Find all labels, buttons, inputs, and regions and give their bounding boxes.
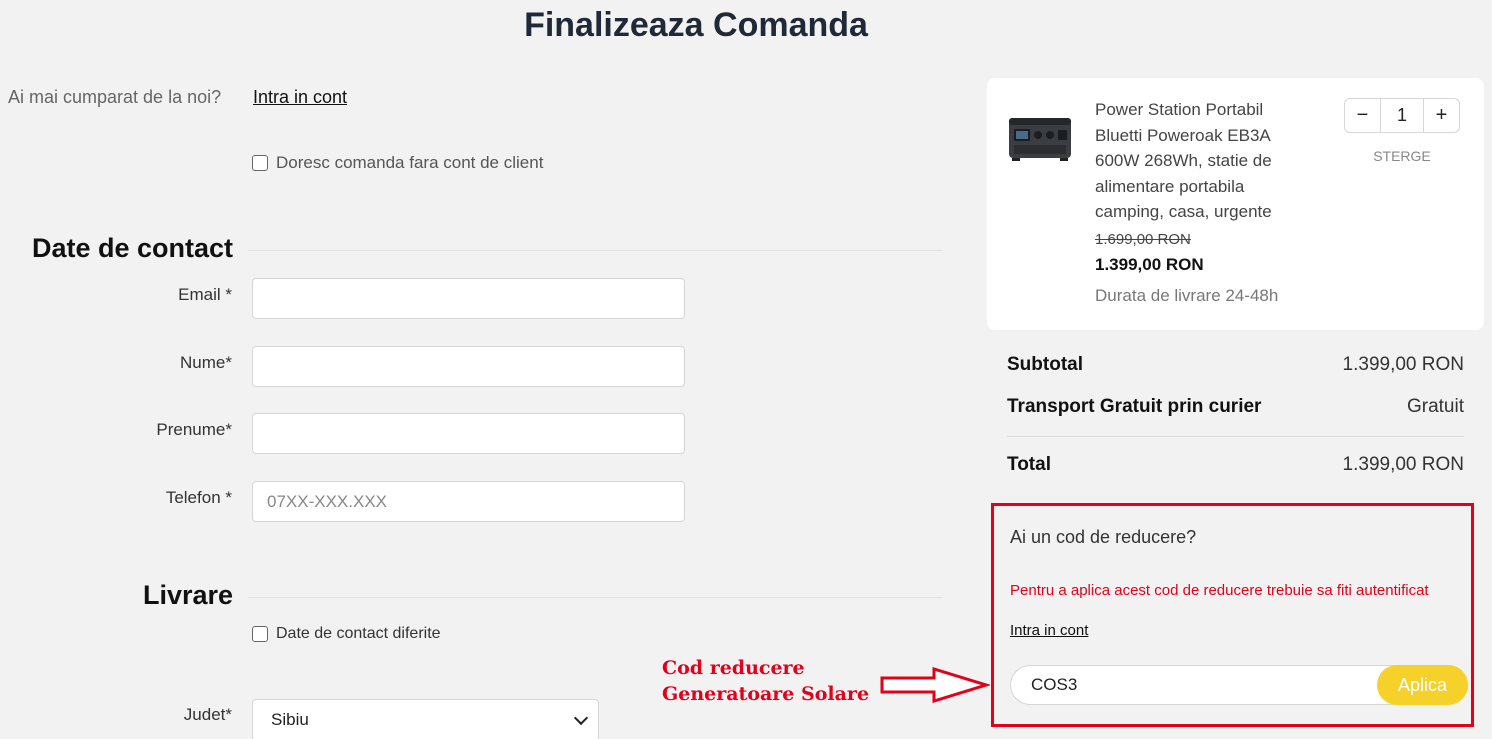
- discount-section: Ai un cod de reducere? Pentru a aplica a…: [991, 503, 1474, 727]
- annotation-line-2: Generatoare Solare: [662, 683, 870, 705]
- apply-discount-button[interactable]: Aplica: [1377, 665, 1468, 705]
- contact-divider: [248, 250, 943, 251]
- delivery-divider: [248, 597, 943, 598]
- summary-divider: [1007, 436, 1464, 437]
- subtotal-value: 1.399,00 RON: [1342, 354, 1464, 375]
- different-contact-label: Date de contact diferite: [276, 625, 441, 642]
- name-label: Nume*: [180, 353, 232, 372]
- email-field[interactable]: [252, 278, 685, 319]
- annotation-line-1: Cod reducere: [662, 657, 805, 679]
- email-label: Email *: [178, 285, 232, 304]
- different-contact-option[interactable]: Date de contact diferite: [252, 625, 441, 643]
- total-row: Total 1.399,00 RON: [1007, 454, 1464, 476]
- subtotal-row: Subtotal 1.399,00 RON: [1007, 354, 1464, 376]
- shipping-label: Transport Gratuit prin curier: [1007, 396, 1262, 417]
- product-image: [1009, 118, 1071, 161]
- login-link[interactable]: Intra in cont: [253, 87, 347, 108]
- delivery-section-title: Livrare: [143, 580, 234, 610]
- guest-checkout-label: Doresc comanda fara cont de client: [276, 153, 544, 172]
- total-value: 1.399,00 RON: [1342, 454, 1464, 475]
- quantity-value[interactable]: 1: [1380, 99, 1424, 132]
- subtotal-label: Subtotal: [1007, 354, 1083, 375]
- phone-label: Telefon *: [165, 488, 232, 507]
- different-contact-checkbox[interactable]: [252, 626, 268, 642]
- delivery-time: Durata de livrare 24-48h: [1095, 286, 1279, 305]
- page-title: Finalizeaza Comanda: [524, 6, 868, 44]
- shipping-value: Gratuit: [1406, 396, 1464, 417]
- total-label: Total: [1007, 454, 1051, 475]
- returning-customer-question: Ai mai cumparat de la noi?: [8, 87, 222, 107]
- quantity-stepper: − 1 +: [1344, 98, 1460, 133]
- chevron-down-icon: [573, 710, 589, 725]
- product-name[interactable]: Power Station Portabil Bluetti Poweroak …: [1095, 97, 1295, 225]
- contact-section-title: Date de contact: [32, 233, 234, 263]
- guest-checkout-option[interactable]: Doresc comanda fara cont de client: [252, 153, 543, 173]
- county-value: Sibiu: [271, 710, 309, 729]
- guest-checkout-checkbox[interactable]: [252, 155, 268, 171]
- cart-item: Power Station Portabil Bluetti Poweroak …: [987, 78, 1484, 330]
- arrow-right-icon: [880, 667, 990, 703]
- remove-item-button[interactable]: STERGE: [1344, 148, 1460, 164]
- phone-field[interactable]: [252, 481, 685, 522]
- discount-warning: Pentru a aplica acest cod de reducere tr…: [1010, 582, 1429, 599]
- surname-label: Prenume*: [156, 420, 232, 439]
- increase-quantity-button[interactable]: +: [1424, 99, 1459, 132]
- discount-login-link[interactable]: Intra in cont: [1010, 622, 1088, 639]
- old-price: 1.699,00 RON: [1095, 231, 1191, 248]
- product-price: 1.399,00 RON: [1095, 255, 1204, 274]
- decrease-quantity-button[interactable]: −: [1345, 99, 1380, 132]
- order-summary: Power Station Portabil Bluetti Poweroak …: [987, 78, 1484, 739]
- name-field[interactable]: [252, 346, 685, 387]
- shipping-row: Transport Gratuit prin curier Gratuit: [1007, 396, 1464, 418]
- county-select[interactable]: Sibiu: [252, 699, 599, 739]
- discount-title: Ai un cod de reducere?: [1010, 527, 1197, 547]
- county-label: Judet*: [183, 705, 232, 724]
- surname-field[interactable]: [252, 413, 685, 454]
